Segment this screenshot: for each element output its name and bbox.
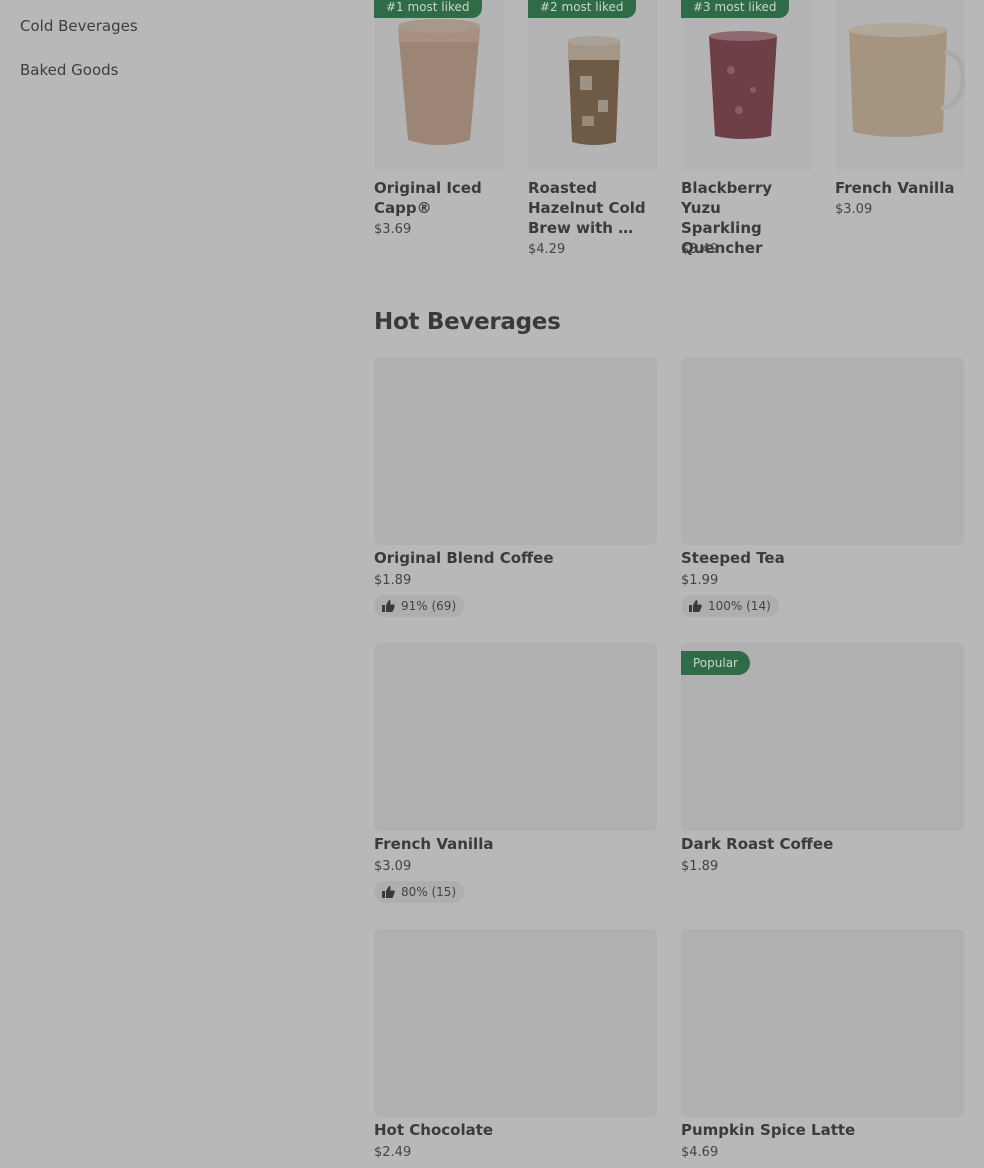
product-image [374,929,657,1117]
menu-item-price: $3.09 [374,859,412,874]
menu-item-name: Original Blend Coffee [374,549,554,567]
sidebar-item-cold-beverages[interactable]: Cold Beverages [20,17,138,35]
menu-item-price: $1.99 [681,573,719,588]
carousel-item-price: $4.29 [528,242,566,257]
carousel-item-name: Original Iced Capp® [374,179,482,217]
iced-capp-image [374,0,504,172]
rating-pill: 100% (14) [681,595,779,617]
thumbs-up-icon [382,600,395,612]
rating-pill: 91% (69) [374,595,465,617]
rating-text: 80% (15) [401,885,457,899]
menu-item-price: $4.69 [681,1145,719,1160]
product-image [681,929,964,1117]
menu-item-name: Hot Chocolate [374,1121,494,1139]
menu-item-price: $1.89 [374,573,412,588]
carousel-item-name: French Vanilla [835,179,955,197]
product-image [681,357,964,545]
carousel-item-price: $3.09 [835,202,873,217]
carousel-item-price: $3.69 [374,222,412,237]
menu-item-name: Dark Roast Coffee [681,835,834,853]
rating-text: 91% (69) [401,599,457,613]
sidebar-item-baked-goods[interactable]: Baked Goods [20,61,118,79]
menu-item-price: $1.89 [681,859,719,874]
popular-badge: Popular [681,651,750,675]
menu-item-name: Pumpkin Spice Latte [681,1121,856,1139]
carousel-item-name: Roasted Hazelnut Cold Brew with … [528,179,646,237]
menu-item-name: Steeped Tea [681,549,785,567]
quencher-image [681,0,811,172]
carousel-item-price: $3.49 [681,242,719,257]
most-liked-badge: #2 most liked [528,0,636,18]
rating-pill: 80% (15) [374,881,465,903]
product-image [374,357,657,545]
cold-brew-image [528,0,658,172]
menu-item-name: French Vanilla [374,835,494,853]
thumbs-up-icon [382,886,395,898]
thumbs-up-icon [689,600,702,612]
vanilla-mug-image [835,0,965,172]
product-image [374,643,657,831]
most-liked-badge: #3 most liked [681,0,789,18]
most-liked-badge: #1 most liked [374,0,482,18]
menu-item-price: $2.49 [374,1145,412,1160]
section-title-hot-beverages: Hot Beverages [374,309,561,335]
rating-text: 100% (14) [708,599,771,613]
